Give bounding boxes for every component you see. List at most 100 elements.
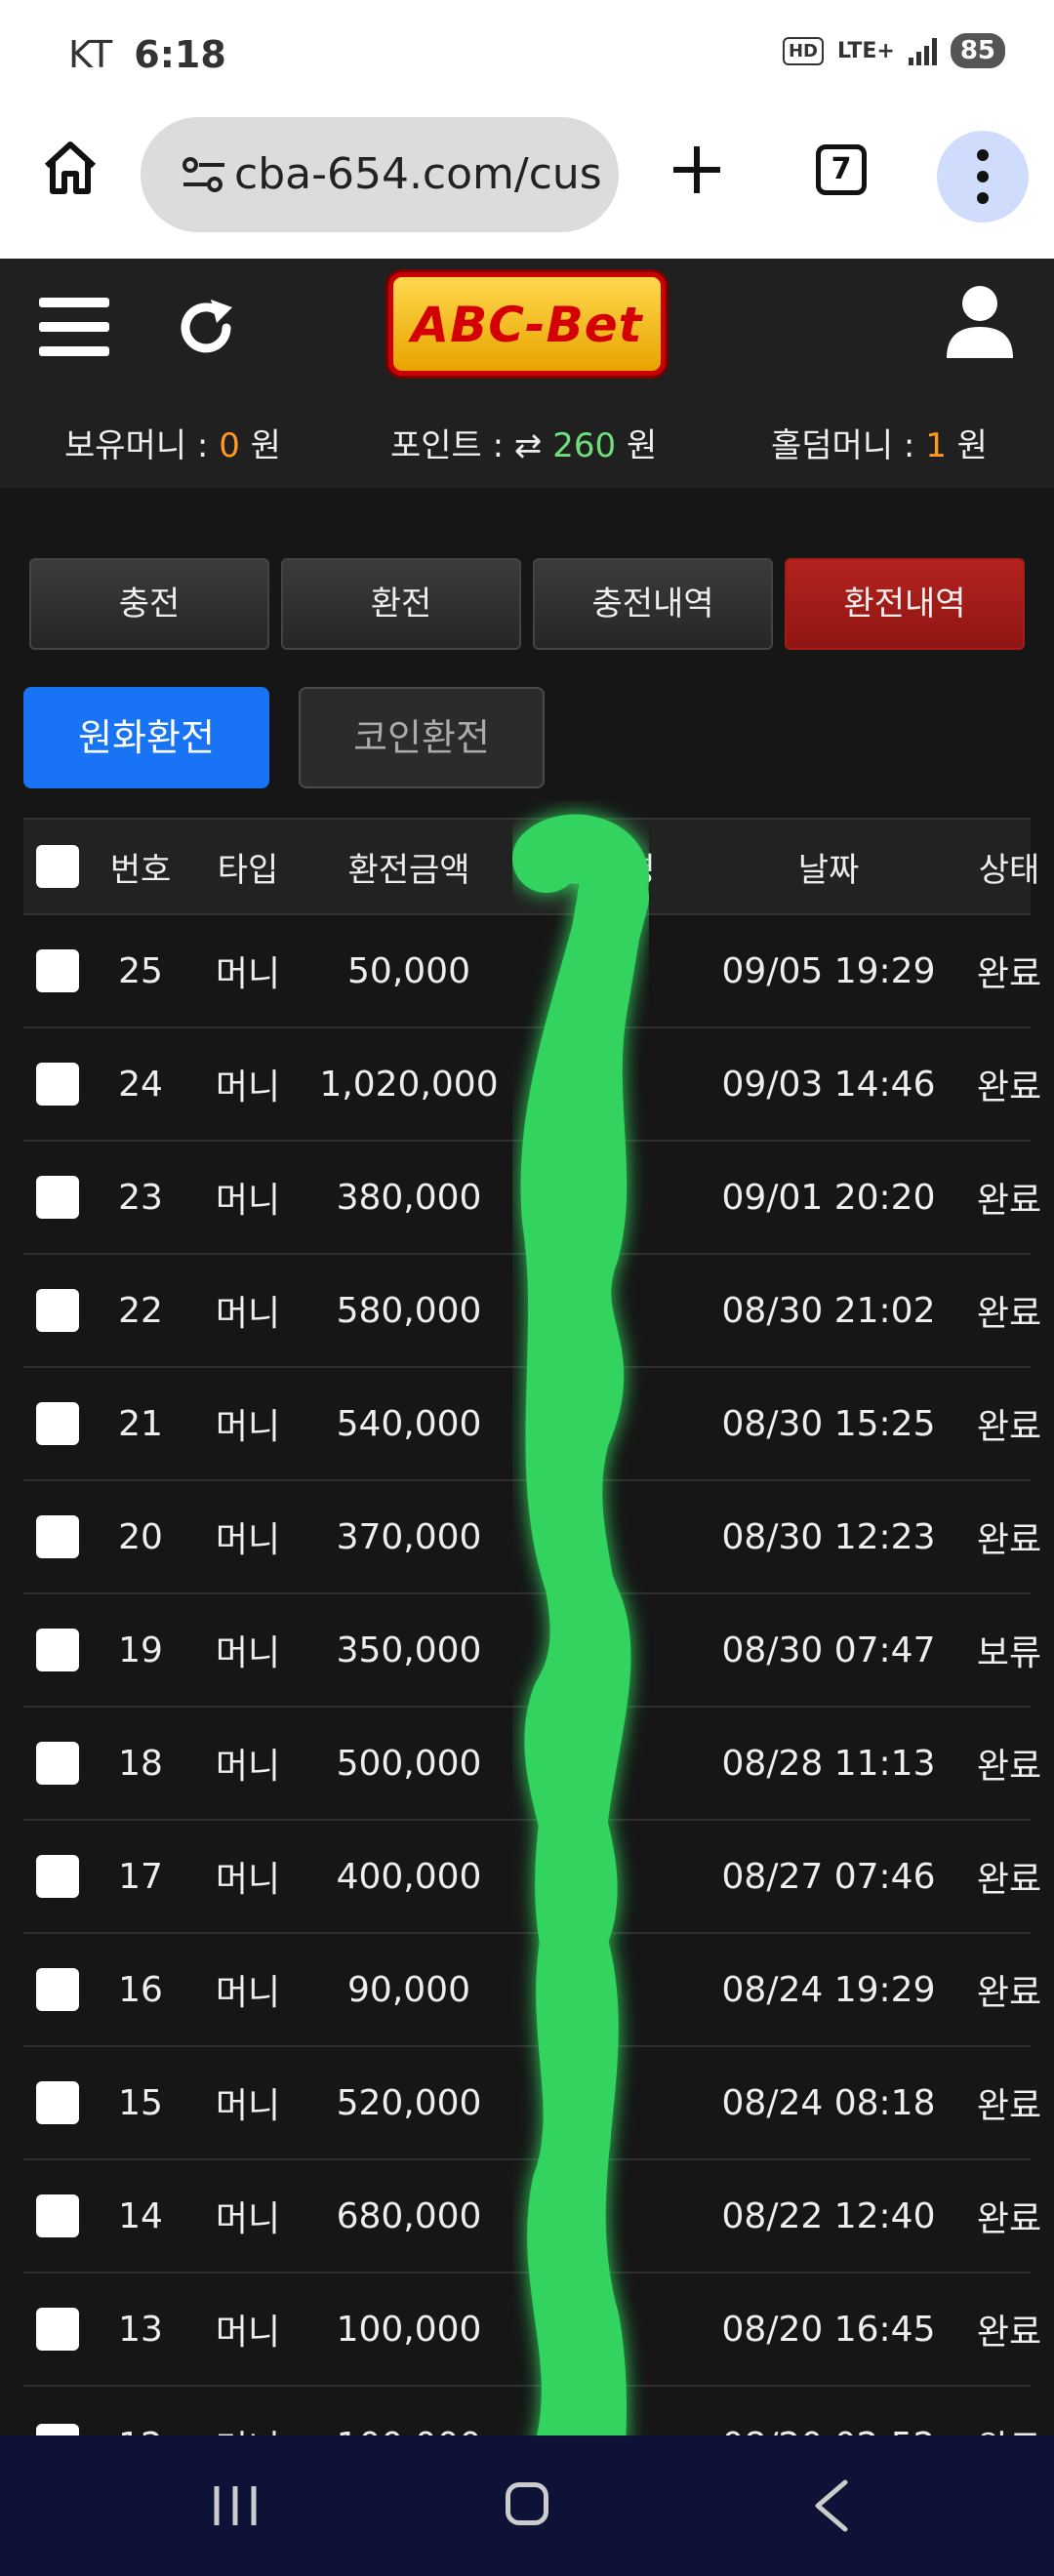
- table-row[interactable]: 21 머니 540,000 08/30 15:25 완료: [23, 1368, 1041, 1481]
- table-row[interactable]: 15 머니 520,000 08/24 08:18 완료: [23, 2047, 1041, 2160]
- cell-type: 머니: [215, 1520, 281, 1560]
- row-checkbox[interactable]: [36, 2081, 79, 2124]
- cell-depositor: [511, 1142, 677, 1253]
- cell-status: 완료: [976, 2313, 1042, 2353]
- site-header: ABC-Bet 보유머니 : 0 원 포인트 : ⇄ 260 원 홀덤머니 : …: [0, 259, 1054, 488]
- cell-date: 08/24 08:18: [721, 2082, 936, 2123]
- address-bar[interactable]: cba-654.com/cus: [141, 117, 619, 232]
- point-label: 포인트 :: [390, 426, 505, 465]
- back-icon[interactable]: [806, 2476, 855, 2535]
- table-row[interactable]: 25 머니 50,000 09/05 19:29 완료: [23, 915, 1041, 1028]
- cell-depositor: [511, 1594, 677, 1706]
- row-checkbox[interactable]: [36, 1515, 79, 1558]
- exchange-arrows-icon[interactable]: ⇄: [514, 426, 543, 465]
- table-header: 번호 타입 환전금액 입금자명 날짜 상태: [23, 818, 1039, 915]
- cell-amount: 370,000: [336, 1516, 482, 1557]
- cell-status: 완료: [976, 1067, 1042, 1107]
- cell-status: 완료: [976, 954, 1042, 994]
- cell-type: 머니: [215, 1181, 281, 1221]
- cell-number: 16: [118, 1969, 163, 2010]
- tab-withdraw[interactable]: 환전: [281, 558, 521, 650]
- header-type: 타입: [217, 850, 279, 890]
- point-unit: 원: [626, 426, 658, 465]
- cell-amount: 50,000: [347, 950, 470, 991]
- hd-icon: HD: [782, 36, 824, 65]
- hamburger-menu-icon[interactable]: [39, 298, 109, 356]
- row-checkbox[interactable]: [36, 1629, 79, 1671]
- table-row[interactable]: 24 머니 1,020,000 09/03 14:46 완료: [23, 1028, 1041, 1142]
- tab-deposit[interactable]: 충전: [29, 558, 269, 650]
- table-row[interactable]: 20 머니 370,000 08/30 12:23 완료: [23, 1481, 1041, 1594]
- refresh-icon[interactable]: [172, 294, 240, 362]
- header-status: 상태: [978, 850, 1040, 890]
- nav-home-icon[interactable]: [506, 2482, 548, 2525]
- cell-depositor: [511, 1255, 677, 1366]
- cell-type: 머니: [215, 1294, 281, 1334]
- cell-number: 25: [118, 950, 163, 991]
- row-checkbox[interactable]: [36, 2194, 79, 2237]
- cell-date: 08/20 16:45: [721, 2309, 936, 2350]
- cell-number: 13: [118, 2309, 163, 2350]
- table-row[interactable]: 17 머니 400,000 08/27 07:46 완료: [23, 1821, 1041, 1934]
- cell-type: 머니: [215, 1407, 281, 1447]
- row-checkbox[interactable]: [36, 1855, 79, 1898]
- table-row[interactable]: 16 머니 90,000 08/24 19:29 완료: [23, 1934, 1041, 2047]
- row-checkbox[interactable]: [36, 2308, 79, 2351]
- recents-icon[interactable]: [211, 2484, 260, 2527]
- point-value: 260: [552, 426, 617, 465]
- status-left: KT 6:18: [68, 33, 226, 76]
- money-label: 보유머니 :: [64, 426, 209, 465]
- row-checkbox[interactable]: [36, 1176, 79, 1219]
- cell-depositor: [511, 1934, 677, 2045]
- site-logo[interactable]: ABC-Bet: [388, 272, 666, 376]
- cell-date: 09/01 20:20: [721, 1177, 936, 1218]
- balance-bar: 보유머니 : 0 원 포인트 : ⇄ 260 원 홀덤머니 : 1 원: [0, 419, 1054, 467]
- cell-number: 20: [118, 1516, 163, 1557]
- cell-depositor: [511, 1368, 677, 1479]
- cell-depositor: [511, 1708, 677, 1819]
- new-tab-icon[interactable]: [671, 144, 722, 195]
- row-checkbox[interactable]: [36, 949, 79, 992]
- table-row[interactable]: 14 머니 680,000 08/22 12:40 완료: [23, 2160, 1041, 2274]
- cell-number: 14: [118, 2195, 163, 2236]
- cell-status: 완료: [976, 1520, 1042, 1560]
- status-icons: HD LTE+ 85: [782, 33, 1005, 68]
- holdem-balance: 홀덤머니 : 1 원: [771, 419, 988, 466]
- tab-krw-withdraw[interactable]: 원화환전: [23, 687, 269, 788]
- row-checkbox[interactable]: [36, 1063, 79, 1106]
- main-tabs: 충전 환전 충전내역 환전내역: [29, 558, 1025, 650]
- carrier-label: KT: [68, 33, 113, 76]
- table-row[interactable]: 13 머니 100,000 08/20 16:45 완료: [23, 2274, 1041, 2387]
- table-row[interactable]: 22 머니 580,000 08/30 21:02 완료: [23, 1255, 1041, 1368]
- row-checkbox[interactable]: [36, 1289, 79, 1332]
- cell-amount: 100,000: [336, 2309, 482, 2350]
- cell-amount: 350,000: [336, 1630, 482, 1670]
- table-row[interactable]: 19 머니 350,000 08/30 07:47 보류: [23, 1594, 1041, 1708]
- cell-date: 08/24 19:29: [721, 1969, 936, 2010]
- cell-number: 18: [118, 1743, 163, 1784]
- site-settings-icon[interactable]: [182, 154, 226, 195]
- cell-type: 머니: [215, 2313, 281, 2353]
- header-number: 번호: [109, 850, 172, 890]
- table-row[interactable]: 18 머니 500,000 08/28 11:13 완료: [23, 1708, 1041, 1821]
- tab-deposit-history[interactable]: 충전내역: [533, 558, 773, 650]
- cell-amount: 580,000: [336, 1290, 482, 1331]
- cell-date: 08/30 15:25: [721, 1403, 936, 1444]
- table-row[interactable]: 23 머니 380,000 09/01 20:20 완료: [23, 1142, 1041, 1255]
- user-icon[interactable]: [945, 284, 1015, 360]
- tab-switcher-button[interactable]: 7: [816, 144, 867, 195]
- signal-icon: [908, 36, 937, 65]
- row-checkbox[interactable]: [36, 1402, 79, 1445]
- tab-withdraw-history[interactable]: 환전내역: [785, 558, 1025, 650]
- tab-coin-withdraw[interactable]: 코인환전: [299, 687, 545, 788]
- row-checkbox[interactable]: [36, 1968, 79, 2011]
- cell-type: 머니: [215, 1747, 281, 1787]
- cell-status: 완료: [976, 2199, 1042, 2239]
- cell-type: 머니: [215, 2199, 281, 2239]
- row-checkbox[interactable]: [36, 1742, 79, 1785]
- select-all-checkbox[interactable]: [36, 845, 79, 888]
- home-icon[interactable]: [39, 137, 101, 199]
- more-menu-icon[interactable]: [937, 131, 1029, 222]
- system-nav-bar: [0, 2435, 1054, 2576]
- cell-status: 완료: [976, 1973, 1042, 2013]
